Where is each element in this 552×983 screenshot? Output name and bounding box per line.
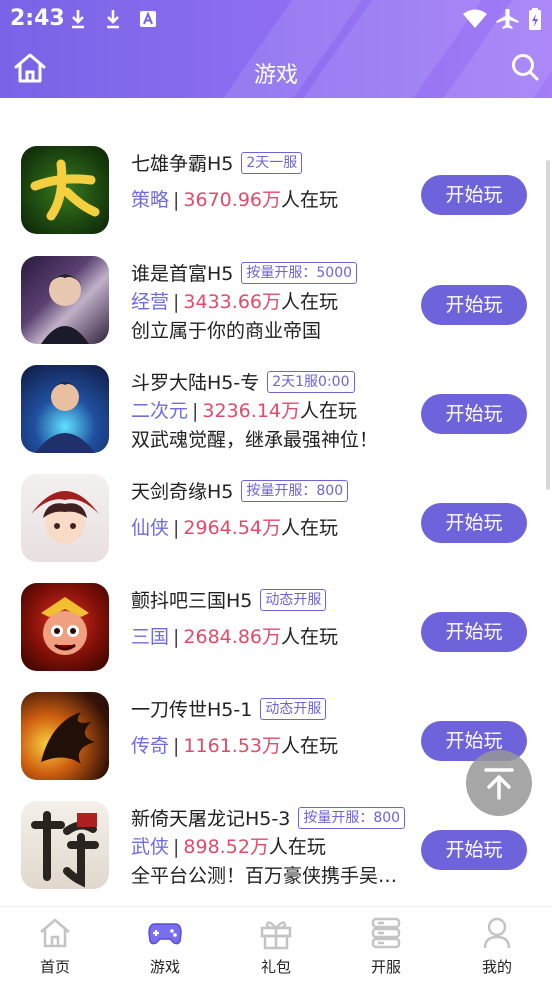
game-stats: 仙侠 | 2964.54万人在玩 xyxy=(131,517,339,539)
search-icon[interactable] xyxy=(510,52,540,82)
header: 2:43 游戏 xyxy=(0,0,552,98)
game-stats: 策略 | 3670.96万人在玩 xyxy=(131,189,339,211)
home-icon xyxy=(40,918,70,948)
bottom-nav: 首页 游戏 礼包 开服 我的 xyxy=(0,906,552,983)
game-name: 七雄争霸H5 2天一服 xyxy=(131,149,303,176)
tab-games[interactable]: 游戏 xyxy=(110,907,220,983)
page-title: 游戏 xyxy=(253,63,298,88)
game-stats: 二次元 | 3236.14万人在玩 xyxy=(131,400,358,422)
server-tag: 按量开服：800 xyxy=(241,480,349,502)
tab-profile[interactable]: 我的 xyxy=(442,907,552,983)
game-category: 三国 xyxy=(131,626,170,648)
game-description: 全平台公测！百万豪侠携手吴… xyxy=(131,865,398,887)
game-thumbnail xyxy=(21,692,109,780)
play-button[interactable]: 开始玩 xyxy=(421,175,527,215)
list-item-partial[interactable] xyxy=(0,98,552,127)
arrow-up-icon xyxy=(484,768,514,800)
list-item[interactable]: 斗罗大陆H5-专 2天1服0:00 二次元 | 3236.14万人在玩 双武魂觉醒，继… xyxy=(0,365,552,474)
play-button[interactable]: 开始玩 xyxy=(421,503,527,543)
game-description: 创立属于你的商业帝国 xyxy=(131,320,322,342)
game-description: 双武魂觉醒，继承最强神位！ xyxy=(131,429,379,451)
player-count: 2964.54万 xyxy=(183,517,281,539)
player-count: 3670.96万 xyxy=(183,189,281,211)
list-item[interactable]: 颤抖吧三国H5 动态开服 三国 | 2684.86万人在玩 开始玩 xyxy=(0,583,552,692)
tab-home[interactable]: 首页 xyxy=(0,907,110,983)
tab-label: 我的 xyxy=(481,958,512,976)
game-thumbnail xyxy=(21,146,109,234)
game-stats: 经营 | 3433.66万人在玩 xyxy=(131,291,339,313)
game-category: 经营 xyxy=(131,291,170,313)
download-icon xyxy=(107,10,119,29)
list-item[interactable]: 天剑奇缘H5 按量开服：800 仙侠 | 2964.54万人在玩 开始玩 xyxy=(0,474,552,583)
player-count: 3236.14万 xyxy=(202,400,300,422)
gamepad-icon xyxy=(148,923,182,945)
player-count: 898.52万 xyxy=(183,836,269,858)
list-item[interactable]: 七雄争霸H5 2天一服 策略 | 3670.96万人在玩 开始玩 xyxy=(0,146,552,255)
user-icon xyxy=(483,917,511,949)
tab-label: 游戏 xyxy=(149,958,180,976)
game-category: 武侠 xyxy=(131,836,170,858)
game-name: 一刀传世H5-1 动态开服 xyxy=(131,695,327,722)
app-root: 2:43 游戏 七雄争霸H5 2天一服 策略 | 3670.96万人在玩 开始玩… xyxy=(0,0,552,983)
player-count: 3433.66万 xyxy=(183,291,281,313)
game-category: 策略 xyxy=(131,189,170,211)
server-tag: 动态开服 xyxy=(260,698,327,720)
game-category: 仙侠 xyxy=(131,517,170,539)
battery-icon xyxy=(529,8,541,30)
wifi-icon xyxy=(463,9,487,28)
game-thumbnail xyxy=(21,801,109,889)
server-icon xyxy=(371,917,401,949)
game-name: 天剑奇缘H5 按量开服：800 xyxy=(131,477,349,504)
play-button[interactable]: 开始玩 xyxy=(421,285,527,325)
game-category: 传奇 xyxy=(131,735,170,757)
server-tag: 动态开服 xyxy=(260,589,327,611)
game-category: 二次元 xyxy=(131,400,189,422)
player-count: 2684.86万 xyxy=(183,626,281,648)
play-button[interactable]: 开始玩 xyxy=(421,394,527,434)
game-stats: 三国 | 2684.86万人在玩 xyxy=(131,626,339,648)
tab-label: 首页 xyxy=(39,958,70,976)
game-name: 颤抖吧三国H5 动态开服 xyxy=(131,586,327,613)
scrollbar[interactable] xyxy=(546,160,550,490)
airplane-icon xyxy=(496,9,519,29)
tab-servers[interactable]: 开服 xyxy=(331,907,441,983)
game-name: 谁是首富H5 按量开服：5000 xyxy=(131,259,358,286)
tab-label: 礼包 xyxy=(260,958,291,976)
game-name: 斗罗大陆H5-专 2天1服0:00 xyxy=(131,368,355,395)
back-to-top-button[interactable] xyxy=(466,750,532,816)
game-thumbnail xyxy=(21,583,109,671)
server-tag: 按量开服：5000 xyxy=(241,262,358,284)
game-stats: 传奇 | 1161.53万人在玩 xyxy=(131,735,339,757)
download-icon xyxy=(72,10,84,29)
game-thumbnail xyxy=(21,365,109,453)
game-thumbnail xyxy=(21,474,109,562)
app-notification-icon xyxy=(140,11,156,27)
player-count: 1161.53万 xyxy=(183,735,281,757)
status-time: 2:43 xyxy=(10,6,65,31)
game-thumbnail xyxy=(21,256,109,344)
play-button[interactable]: 开始玩 xyxy=(421,830,527,870)
tab-gifts[interactable]: 礼包 xyxy=(221,907,331,983)
gift-icon xyxy=(260,921,292,950)
game-name: 新倚天屠龙记H5-3 按量开服：800 xyxy=(131,804,406,831)
game-stats: 武侠 | 898.52万人在玩 xyxy=(131,836,326,858)
server-tag: 按量开服：800 xyxy=(298,807,406,829)
play-button[interactable]: 开始玩 xyxy=(421,612,527,652)
status-bar: 2:43 xyxy=(0,0,552,38)
list-item[interactable]: 新倚天屠龙记H5-3 按量开服：800 武侠 | 898.52万人在玩 全平台公测！百… xyxy=(0,801,552,906)
server-tag: 2天1服0:00 xyxy=(267,371,355,393)
list-item[interactable]: 谁是首富H5 按量开服：5000 经营 | 3433.66万人在玩 创立属于你的商业帝… xyxy=(0,256,552,365)
tab-label: 开服 xyxy=(370,958,401,976)
server-tag: 2天一服 xyxy=(241,152,303,174)
